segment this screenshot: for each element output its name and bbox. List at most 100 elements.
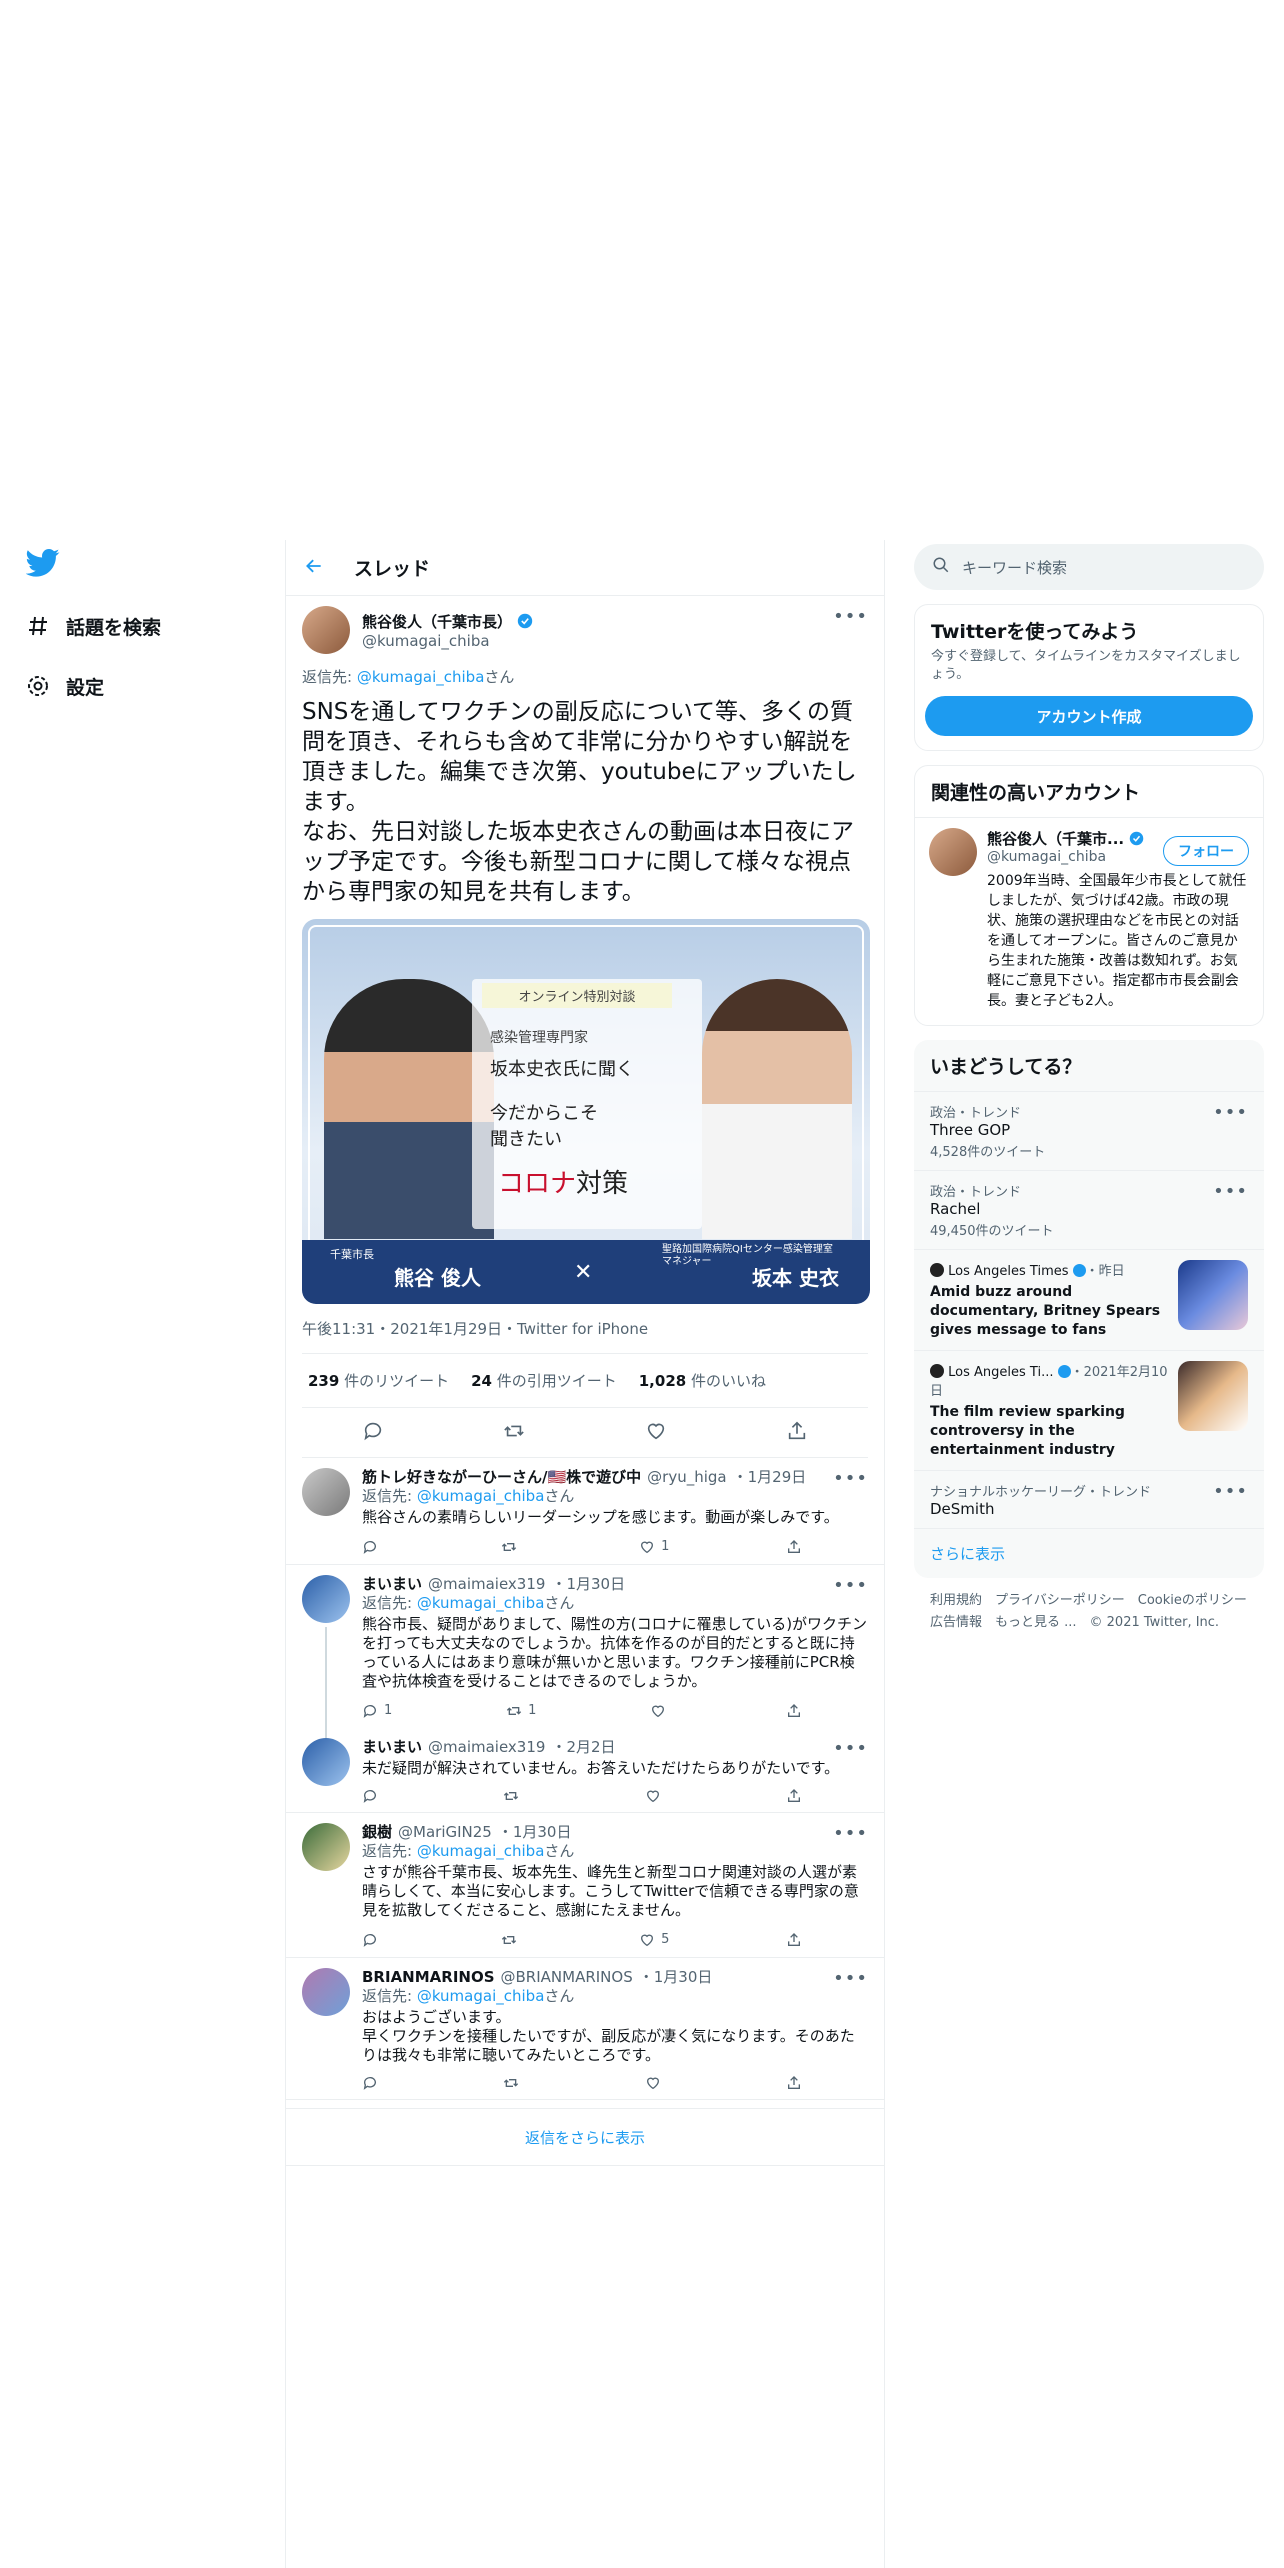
reply-tweet[interactable]: 筋トレ好きながーひーさん/🇺🇸株で遊び中 @ryu_higa ・1月29日 返信先: …: [286, 1458, 884, 1565]
footer-line1[interactable]: 利用規約 プライバシーポリシー Cookieのポリシー: [930, 1590, 1248, 1612]
retweet-icon[interactable]: [503, 1420, 525, 1446]
reply-date[interactable]: ・1月30日: [551, 1575, 625, 1594]
avatar[interactable]: [302, 1738, 350, 1786]
trend-item[interactable]: 政治・トレンド Rachel 49,450件のツイート •••: [914, 1170, 1264, 1249]
reply-tweet[interactable]: BRIANMARINOS @BRIANMARINOS ・1月30日 返信先: @kum…: [286, 1958, 884, 2100]
reply-author-handle[interactable]: @maimaiex319: [428, 1738, 545, 1757]
reply-button[interactable]: [362, 1930, 384, 1949]
reply-button[interactable]: [362, 1537, 384, 1556]
trend-item[interactable]: ナショナルホッケーリーグ・トレンド DeSmith •••: [914, 1470, 1264, 1528]
avatar[interactable]: [302, 1575, 350, 1623]
news-item[interactable]: Los Angeles Times ・昨日 Amid buzz around d…: [914, 1249, 1264, 1350]
more-icon[interactable]: •••: [833, 1823, 868, 1844]
reply-icon[interactable]: [362, 1420, 384, 1446]
avatar[interactable]: [929, 828, 977, 876]
retweet-button[interactable]: [501, 1930, 523, 1949]
reply-button[interactable]: [362, 1788, 384, 1804]
news-source-icon: [930, 1263, 944, 1277]
share-button[interactable]: [786, 1701, 802, 1720]
create-account-button[interactable]: アカウント作成: [925, 696, 1253, 736]
reply-button[interactable]: 1: [362, 1701, 392, 1720]
reply-date[interactable]: ・2月2日: [551, 1738, 615, 1757]
signup-card: Twitterを使ってみよう 今すぐ登録して、タイムラインをカスタマイズしましょ…: [914, 604, 1264, 751]
share-button[interactable]: [786, 2075, 802, 2091]
reply-author-name[interactable]: BRIANMARINOS: [362, 1968, 495, 1987]
gear-icon: [26, 674, 66, 698]
share-button[interactable]: [786, 1537, 802, 1556]
author-name[interactable]: 熊谷俊人（千葉市長）: [362, 613, 512, 631]
author-handle[interactable]: @kumagai_chiba: [362, 632, 533, 650]
retweet-button[interactable]: [503, 1788, 525, 1804]
reply-handle-link[interactable]: @kumagai_chiba: [417, 1987, 545, 2005]
search-input[interactable]: キーワード検索: [914, 544, 1264, 590]
reply-button[interactable]: [362, 2075, 384, 2091]
share-button[interactable]: [786, 1930, 802, 1949]
more-icon[interactable]: •••: [833, 1468, 868, 1489]
like-count-link[interactable]: 1,028 件のいいね: [639, 1370, 766, 1391]
trend-item[interactable]: 政治・トレンド Three GOP 4,528件のツイート •••: [914, 1091, 1264, 1170]
related-account[interactable]: 熊谷俊人（千葉市... @kumagai_chiba フォロー 2009年当時、…: [915, 817, 1263, 1025]
reply-date[interactable]: ・1月30日: [639, 1968, 713, 1987]
reply-tweet[interactable]: まいまい @maimaiex319 ・1月30日返信先: @kumagai_chib…: [286, 1565, 884, 1742]
reply-tweet[interactable]: 銀樹 @MariGIN25 ・1月30日 返信先: @kumagai_chibaさんさ…: [286, 1813, 884, 1958]
reply-author-handle[interactable]: @MariGIN25: [398, 1823, 492, 1842]
reply-author-handle[interactable]: @maimaiex319: [428, 1575, 545, 1594]
more-icon[interactable]: •••: [1213, 1481, 1248, 1502]
tweet-image[interactable]: オンライン特別対談 感染管理専門家 坂本史衣氏に聞く 今だからこそ 聞きたい コ…: [302, 919, 870, 1304]
reply-text: 未だ疑問が解決されていません。お答えいただけたらありがたいです。: [362, 1759, 840, 1777]
tweet-meta[interactable]: 午後11:31・2021年1月29日・Twitter for iPhone: [302, 1318, 868, 1354]
reply-tweet[interactable]: まいまい @maimaiex319 ・2月2日未だ疑問が解決されていません。お答えい…: [286, 1728, 884, 1813]
share-icon[interactable]: [786, 1420, 808, 1446]
retweet-button[interactable]: [503, 2075, 525, 2091]
like-button[interactable]: 1: [639, 1537, 669, 1556]
twitter-logo-icon[interactable]: [25, 548, 256, 588]
reply-date[interactable]: ・1月29日: [733, 1468, 807, 1487]
like-button[interactable]: 5: [639, 1930, 669, 1949]
show-more-replies-button[interactable]: 返信をさらに表示: [286, 2108, 884, 2166]
back-arrow-icon[interactable]: [304, 556, 324, 580]
more-icon[interactable]: •••: [833, 1575, 868, 1596]
avatar[interactable]: [302, 1823, 350, 1871]
quote-count-link[interactable]: 24 件の引用ツイート: [471, 1370, 617, 1391]
reply-suffix: さん: [544, 1842, 575, 1860]
trend-count: 4,528件のツイート: [930, 1145, 1046, 1160]
avatar[interactable]: [302, 606, 350, 654]
show-more-link[interactable]: さらに表示: [914, 1528, 1264, 1578]
reply-author-name[interactable]: 筋トレ好きながーひーさん/🇺🇸株で遊び中: [362, 1468, 641, 1487]
more-icon[interactable]: •••: [833, 1968, 868, 1989]
reply-author-handle[interactable]: @ryu_higa: [647, 1468, 726, 1487]
retweet-button[interactable]: [501, 1537, 523, 1556]
like-button[interactable]: [645, 2075, 667, 2091]
reply-author-name[interactable]: まいまい: [362, 1738, 422, 1757]
replies-list: 筋トレ好きながーひーさん/🇺🇸株で遊び中 @ryu_higa ・1月29日 返信先: …: [286, 1458, 884, 2100]
follow-button[interactable]: フォロー: [1163, 836, 1249, 866]
reply-handle-link[interactable]: @kumagai_chiba: [417, 1487, 545, 1505]
more-icon[interactable]: •••: [1213, 1181, 1248, 1202]
like-button[interactable]: [645, 1788, 667, 1804]
like-icon[interactable]: [645, 1420, 667, 1446]
retweet-count-link[interactable]: 239 件のリツイート: [308, 1370, 449, 1391]
share-button[interactable]: [786, 1788, 802, 1804]
retweet-button[interactable]: 1: [506, 1701, 536, 1720]
like-button[interactable]: [650, 1701, 672, 1720]
more-icon[interactable]: •••: [1213, 1102, 1248, 1123]
nav-settings[interactable]: 設定: [26, 656, 256, 716]
reply-date[interactable]: ・1月30日: [498, 1823, 572, 1842]
footer-line2[interactable]: 広告情報 もっと見る ... © 2021 Twitter, Inc.: [930, 1612, 1248, 1634]
reply-author-handle[interactable]: @BRIANMARINOS: [501, 1968, 633, 1987]
reply-author-name[interactable]: 銀樹: [362, 1823, 392, 1842]
reply-handle-link[interactable]: @kumagai_chiba: [357, 668, 485, 686]
media-subtitle: 感染管理専門家: [490, 1030, 588, 1046]
signup-title: Twitterを使ってみよう: [931, 621, 1139, 643]
right-sidebar: キーワード検索 Twitterを使ってみよう 今すぐ登録して、タイムラインをカス…: [914, 544, 1264, 1646]
more-icon[interactable]: •••: [833, 606, 868, 627]
news-item[interactable]: Los Angeles Ti... ・2021年2月10日 The film r…: [914, 1350, 1264, 1470]
reply-handle-link[interactable]: @kumagai_chiba: [417, 1594, 545, 1612]
reply-author-name[interactable]: まいまい: [362, 1575, 422, 1594]
reply-handle-link[interactable]: @kumagai_chiba: [417, 1842, 545, 1860]
more-icon[interactable]: •••: [833, 1738, 868, 1759]
avatar[interactable]: [302, 1968, 350, 2016]
avatar[interactable]: [302, 1468, 350, 1516]
nav-explore[interactable]: 話題を検索: [26, 596, 256, 656]
reply-prefix: 返信先:: [362, 1594, 417, 1612]
